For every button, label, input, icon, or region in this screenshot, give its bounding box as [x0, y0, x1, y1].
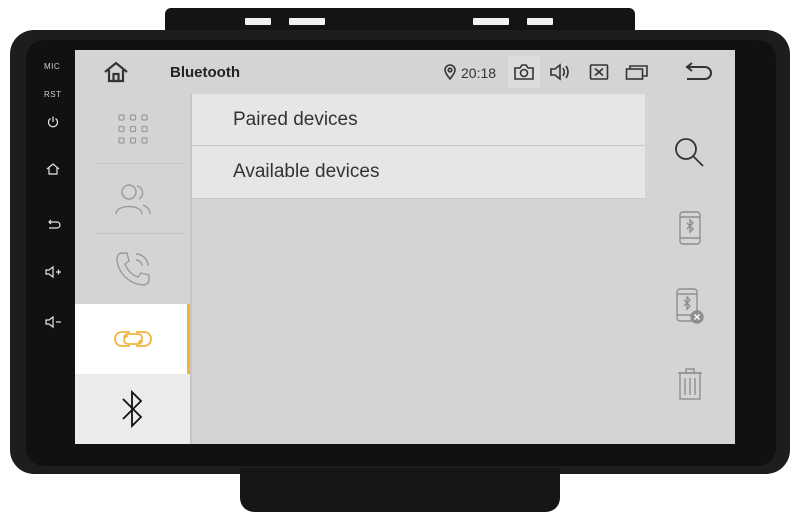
- left-nav: [75, 94, 190, 444]
- mic-label: MIC: [44, 62, 61, 71]
- home-button[interactable]: [101, 58, 131, 86]
- windows-icon: [625, 65, 648, 80]
- power-button[interactable]: [38, 110, 68, 134]
- list-item-label: Available devices: [233, 161, 380, 182]
- page-title: Bluetooth: [170, 64, 240, 81]
- volume-icon: [550, 63, 569, 81]
- nav-bluetooth[interactable]: [75, 374, 190, 444]
- list-item-paired-devices[interactable]: Paired devices: [192, 94, 645, 146]
- volume-button[interactable]: [547, 60, 573, 84]
- hw-back-button[interactable]: [38, 212, 68, 236]
- recent-apps-button[interactable]: [624, 60, 650, 84]
- volume-up-icon: [45, 265, 61, 279]
- rst-label[interactable]: RST: [44, 90, 62, 99]
- nav-contacts[interactable]: [75, 164, 190, 234]
- hw-volume-up-button[interactable]: [38, 260, 68, 284]
- location-icon: [437, 60, 463, 84]
- hw-home-button[interactable]: [38, 157, 68, 181]
- status-bar: Bluetooth 20:18: [75, 50, 735, 94]
- volume-down-icon: [45, 315, 61, 329]
- clock: 20:18: [461, 65, 497, 81]
- bluetooth-icon: [121, 389, 142, 429]
- bezel-tab: [473, 18, 509, 25]
- camera-icon: [514, 64, 534, 80]
- close-box-icon: [589, 64, 609, 80]
- search-icon: [675, 138, 704, 167]
- hw-volume-down-button[interactable]: [38, 310, 68, 334]
- list-item-available-devices[interactable]: Available devices: [192, 146, 645, 199]
- bezel-tab: [527, 18, 553, 25]
- bluetooth-phone-disconnect-icon: [676, 288, 704, 324]
- home-icon: [104, 61, 128, 83]
- back-button[interactable]: [679, 60, 715, 84]
- delete-button[interactable]: [670, 364, 710, 404]
- list-item-label: Paired devices: [233, 109, 358, 130]
- power-icon: [47, 116, 59, 128]
- bezel-tab: [289, 18, 325, 25]
- connect-phone-button[interactable]: [670, 208, 710, 248]
- screen: Bluetooth 20:18 Paired devices Available…: [75, 50, 735, 444]
- back-icon: [48, 219, 61, 229]
- bezel-bottom: [240, 468, 560, 512]
- disconnect-phone-button[interactable]: [670, 286, 710, 326]
- nav-apps[interactable]: [75, 94, 190, 164]
- phone-call-icon: [115, 252, 150, 286]
- search-button[interactable]: [670, 133, 710, 173]
- screenshot-button[interactable]: [508, 56, 540, 88]
- contacts-icon: [114, 184, 151, 215]
- nav-pairing[interactable]: [75, 304, 190, 374]
- trash-icon: [678, 368, 702, 400]
- back-icon: [685, 62, 712, 80]
- close-app-button[interactable]: [586, 60, 612, 84]
- bezel-tab: [245, 18, 271, 25]
- link-icon: [113, 331, 152, 347]
- apps-grid-icon: [117, 114, 148, 144]
- home-icon: [46, 163, 60, 175]
- nav-call-log[interactable]: [75, 234, 190, 304]
- bluetooth-phone-icon: [679, 211, 701, 245]
